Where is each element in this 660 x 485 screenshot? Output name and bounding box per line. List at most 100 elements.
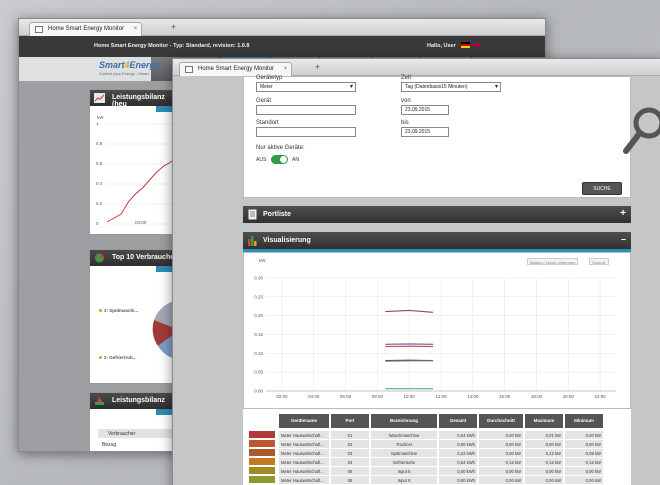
close-tab-icon[interactable]: × <box>134 26 138 32</box>
section-title: Visualisierung <box>263 237 311 244</box>
new-tab-button[interactable]: + <box>315 62 320 72</box>
x-tick-label: 20:00 <box>563 394 575 399</box>
table-cell: Spülmaschine <box>371 449 437 457</box>
uk-flag-icon[interactable] <box>472 42 481 48</box>
table-cell: Input 5 <box>371 467 437 475</box>
column-header[interactable]: Gesamt <box>439 414 477 428</box>
zeit-select[interactable]: Tag (Datenbasis15 Minuten) <box>401 82 501 92</box>
geraet-label: Gerät <box>256 98 272 104</box>
pie-label-gefriertruhe: 2: Gefriertruh... <box>104 355 137 360</box>
y-tick-label: 0.2 <box>96 201 103 206</box>
active-devices-toggle[interactable] <box>271 155 288 164</box>
table-cell: 0,01 kW <box>525 431 563 439</box>
magnifier-icon <box>623 107 660 154</box>
balance-icon <box>95 397 104 405</box>
expand-icon[interactable]: + <box>620 208 626 219</box>
table-cell: 0,00 kW <box>525 476 563 484</box>
close-tab-icon[interactable]: × <box>284 66 288 72</box>
new-tab-button[interactable]: + <box>171 22 176 32</box>
table-cell: Meter Hauswirtschaft... <box>279 476 329 484</box>
visualisierung-chart-panel: Balken / Linien umformen Summe kW 0.30 0.… <box>243 252 631 409</box>
page-icon <box>185 66 193 73</box>
table-cell: 0,00 kWh <box>439 440 477 448</box>
series-color-swatch <box>249 440 275 447</box>
language-flags <box>461 42 481 48</box>
table-cell: 05 <box>331 467 369 475</box>
legend-dot <box>99 356 102 359</box>
geraetetyp-select[interactable]: Meter <box>256 82 356 92</box>
y-tick-label: 0.4 <box>96 181 103 186</box>
table-cell: 0,00 kW <box>525 440 563 448</box>
y-tick-label: 0.30 <box>254 276 263 281</box>
panel-leistungsbilanz: Leistungsbilanz Verbraucher Bezug <box>89 392 180 451</box>
document-icon <box>248 209 257 220</box>
section-portliste[interactable]: Portliste + <box>243 206 631 223</box>
y-tick-label: 0.10 <box>254 351 263 356</box>
table-cell: 0,00 kW <box>479 449 523 457</box>
column-header[interactable]: Durchschnitt <box>479 414 523 428</box>
von-date-input[interactable]: 23.09.2015 <box>401 105 449 115</box>
y-tick-label: 0 <box>96 221 99 226</box>
energy-line-chart: 0.30 0.25 0.20 0.15 0.10 0.05 0.00 02:00 04:00 06… <box>254 276 616 399</box>
pie-chart-icon <box>95 253 104 263</box>
column-header[interactable]: Bezeichnung <box>371 414 437 428</box>
tab-strip: Home Smart Energy Monitor × + <box>173 59 660 76</box>
column-header[interactable]: Maximum <box>525 414 563 428</box>
tab-strip: Home Smart Energy Monitor × + <box>19 19 545 36</box>
greeting: Hallo, User <box>427 43 456 49</box>
toggle-off-label: AUS <box>256 157 267 163</box>
table-row: Bezug <box>102 442 117 448</box>
series-color-swatch <box>249 449 275 456</box>
zeit-label: Zeit <box>401 75 412 81</box>
panel-top10-verbraucher: Top 10 Verbraucher 3: Spülmaschi... 2: G… <box>89 249 180 384</box>
bis-date-input[interactable]: 23.09.2015 <box>401 127 449 137</box>
back-line-chart <box>105 123 180 225</box>
column-header[interactable]: Port <box>331 414 369 428</box>
collapse-icon[interactable]: – <box>621 234 626 244</box>
series-color-swatch <box>249 458 275 465</box>
geraet-input[interactable] <box>256 105 356 115</box>
section-visualisierung[interactable]: Visualisierung – <box>243 232 631 249</box>
series-line <box>106 155 179 223</box>
table-cell: 02 <box>331 440 369 448</box>
table-cell: 0,00 kW <box>479 467 523 475</box>
x-tick-label: 04:00 <box>135 220 147 225</box>
tab-home-smart-energy[interactable]: Home Smart Energy Monitor × <box>29 22 143 36</box>
table-cell: 0,00 kW <box>525 467 563 475</box>
panel-header[interactable]: Top 10 Verbraucher <box>90 250 178 266</box>
table-cell: 0,00 kWh <box>439 467 477 475</box>
x-tick-label: 14:00 <box>467 394 479 399</box>
toggle-on-label: AN <box>292 157 299 163</box>
y-tick-label: 0.15 <box>254 332 263 337</box>
x-tick-label: 02:00 <box>276 394 288 399</box>
logo: Smart4Energy Control your Energy - Smart <box>19 57 160 81</box>
table-cell: 0,12 kW <box>525 449 563 457</box>
table-cell: 0,12 kW <box>479 458 523 466</box>
panel-header[interactable]: Leistungsbilanz <box>90 393 178 409</box>
x-tick-label: 22:00 <box>594 394 606 399</box>
app-header: Home Smart Energy Monitor - Typ: Standar… <box>19 36 545 57</box>
table-cell: 0,12 kW <box>525 458 563 466</box>
table-cell: 0,00 kWh <box>439 476 477 484</box>
column-header[interactable]: Minimum <box>565 414 603 428</box>
panel-title: Top 10 Verbraucher <box>112 254 177 261</box>
german-flag-icon[interactable] <box>461 42 470 48</box>
bis-label: bis <box>401 120 409 126</box>
tab-title: Home Smart Energy Monitor <box>198 66 275 72</box>
table-cell: 0,04 kWh <box>439 431 477 439</box>
table-cell: 06 <box>331 476 369 484</box>
column-header[interactable]: Gerätename <box>279 414 329 428</box>
active-devices-label: Nur aktive Geräte: <box>256 145 305 151</box>
table-cell: 0,64 kWh <box>439 458 477 466</box>
bar-chart-icon <box>248 236 257 246</box>
search-button[interactable]: SUCHE <box>582 182 622 195</box>
standort-input[interactable] <box>256 127 356 137</box>
table-cell: Meter Hauswirtschaft... <box>279 440 329 448</box>
y-tick-label: 1 <box>96 121 99 126</box>
von-label: von <box>401 98 411 104</box>
tab-home-smart-energy[interactable]: Home Smart Energy Monitor × <box>179 62 293 76</box>
panel-header[interactable]: Leistungsbilanz (heu <box>90 90 178 108</box>
pie-label-spuelmaschine: 3: Spülmaschi... <box>104 308 139 313</box>
app-title: Home Smart Energy Monitor - Typ: Standar… <box>94 43 250 49</box>
legend-dot <box>99 309 102 312</box>
